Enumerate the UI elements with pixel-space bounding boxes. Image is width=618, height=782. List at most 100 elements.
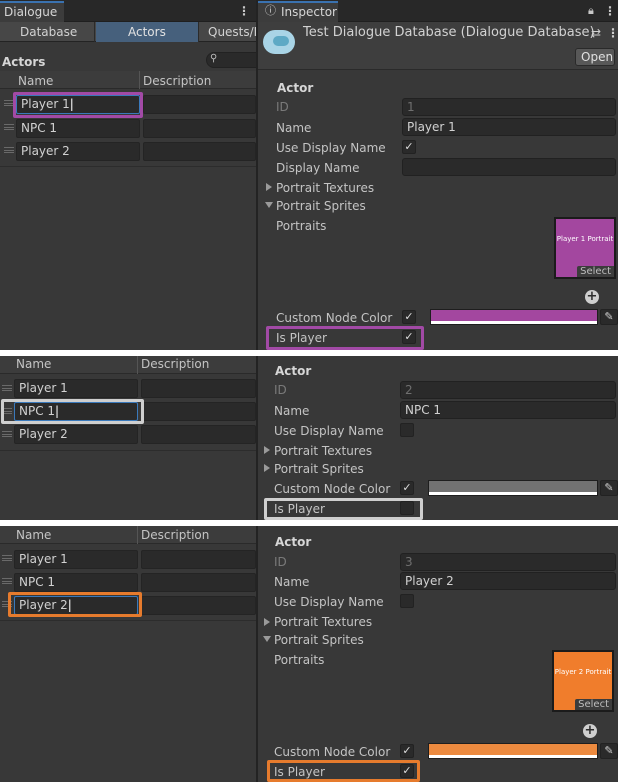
name-cell-text: Player 2 — [19, 598, 68, 612]
use-display-name-checkbox[interactable] — [400, 594, 414, 608]
database-asset-icon — [263, 30, 295, 54]
column-separator — [137, 526, 138, 544]
name-cell[interactable]: NPC 1| — [14, 402, 138, 421]
portrait-textures-foldout-icon[interactable] — [264, 446, 270, 454]
rows-bottom-line — [0, 620, 256, 621]
row-drag-handle-icon[interactable] — [4, 147, 14, 153]
portrait-sprite-slot[interactable]: Player 1 Portrait Select — [554, 217, 616, 279]
eyedropper-icon[interactable]: ✎ — [600, 743, 618, 759]
portrait-textures-foldout-icon[interactable] — [266, 183, 272, 191]
portrait-sprite-text: Player 1 Portrait — [556, 235, 614, 243]
portraits-label: Portraits — [274, 653, 325, 667]
name-label: Name — [276, 121, 312, 135]
id-value: 3 — [405, 555, 413, 569]
name-cell[interactable]: Player 1 — [14, 379, 138, 398]
name-field[interactable]: Player 1 — [402, 118, 616, 136]
row-drag-handle-icon[interactable] — [2, 601, 12, 607]
description-cell[interactable] — [143, 119, 256, 138]
is-player-checkbox[interactable]: ✓ — [402, 330, 416, 344]
name-cell[interactable]: Player 1 — [14, 550, 138, 569]
subtab-quests-label: Quests/I — [208, 25, 258, 39]
description-cell[interactable] — [141, 425, 256, 444]
portrait-sprites-label[interactable]: Portrait Sprites — [274, 632, 364, 648]
is-player-checkbox[interactable] — [400, 501, 414, 515]
description-cell[interactable] — [143, 95, 256, 114]
name-cell[interactable]: NPC 1 — [14, 573, 138, 592]
description-cell[interactable] — [143, 142, 256, 161]
name-field[interactable]: NPC 1 — [400, 401, 616, 419]
name-cell[interactable]: Player 2 — [16, 142, 140, 161]
portrait-sprites-foldout-icon[interactable] — [263, 636, 271, 642]
settings-sliders-icon[interactable]: ⇄ — [591, 25, 601, 41]
row-drag-handle-icon[interactable] — [2, 385, 12, 391]
row-drag-handle-icon[interactable] — [2, 578, 12, 584]
inspector-kebab-icon[interactable]: ⋮ — [604, 3, 616, 19]
name-label: Name — [274, 575, 310, 589]
name-cell[interactable]: Player 2 — [14, 425, 138, 444]
description-cell[interactable] — [141, 596, 256, 615]
name-cell[interactable]: Player 1| — [16, 95, 140, 114]
description-cell[interactable] — [141, 379, 256, 398]
portrait-textures-foldout-icon[interactable] — [264, 618, 270, 626]
portrait-sprites-foldout-icon[interactable] — [264, 464, 270, 472]
inspector-tab-label: Inspector — [281, 5, 337, 19]
middle-screenshot: Name Description Player 1 NPC 1| Player … — [0, 356, 618, 520]
actor-section-heading: Actor — [275, 535, 312, 549]
portrait-textures-label[interactable]: Portrait Textures — [274, 614, 372, 630]
eyedropper-icon[interactable]: ✎ — [600, 480, 618, 496]
column-name-header: Name — [16, 357, 52, 371]
description-cell[interactable] — [141, 573, 256, 592]
portrait-textures-label[interactable]: Portrait Textures — [276, 180, 374, 196]
id-label: ID — [274, 383, 287, 397]
name-cell-text: Player 1 — [19, 552, 68, 566]
name-cell-text: Player 1 — [21, 97, 70, 111]
column-name-header: Name — [18, 74, 54, 88]
portrait-select-label[interactable]: Select — [575, 699, 612, 710]
column-separator — [137, 356, 138, 374]
add-portrait-icon[interactable]: + — [583, 724, 597, 738]
column-description-header: Description — [143, 74, 212, 88]
column-description-header: Description — [141, 357, 210, 371]
eyedropper-icon[interactable]: ✎ — [600, 309, 618, 325]
portrait-sprite-slot[interactable]: Player 2 Portrait Select — [552, 650, 614, 712]
portrait-sprites-label[interactable]: Portrait Sprites — [274, 461, 364, 477]
row-drag-handle-icon[interactable] — [2, 431, 12, 437]
portrait-sprites-foldout-icon[interactable] — [265, 202, 273, 208]
node-color-swatch[interactable] — [428, 743, 598, 759]
portrait-sprites-label[interactable]: Portrait Sprites — [276, 198, 366, 214]
portraits-label: Portraits — [276, 219, 327, 233]
portrait-textures-label[interactable]: Portrait Textures — [274, 443, 372, 459]
description-cell[interactable] — [141, 550, 256, 569]
database-title: Test Dialogue Database (Dialogue Databas… — [303, 25, 595, 40]
actor-section-heading: Actor — [275, 364, 312, 378]
column-description-header: Description — [141, 528, 210, 542]
row-drag-handle-icon[interactable] — [2, 408, 12, 414]
portrait-select-label[interactable]: Select — [577, 266, 614, 277]
description-cell[interactable] — [141, 402, 256, 421]
custom-node-color-checkbox[interactable]: ✓ — [400, 481, 414, 495]
use-display-name-checkbox[interactable]: ✓ — [402, 140, 416, 154]
custom-node-color-label: Custom Node Color — [274, 482, 391, 496]
header-kebab-icon[interactable]: ⋮ — [607, 25, 618, 41]
id-label: ID — [276, 100, 289, 114]
custom-node-color-checkbox[interactable]: ✓ — [402, 310, 416, 324]
row-drag-handle-icon[interactable] — [2, 555, 12, 561]
column-separator — [139, 71, 140, 89]
add-portrait-icon[interactable]: + — [585, 290, 599, 304]
node-color-swatch[interactable] — [428, 480, 598, 496]
is-player-checkbox[interactable]: ✓ — [400, 764, 414, 778]
search-icon: ⚲ — [210, 53, 218, 64]
row-drag-handle-icon[interactable] — [4, 100, 14, 106]
name-field[interactable]: Player 2 — [400, 572, 616, 590]
actors-heading: Actors — [2, 55, 46, 69]
node-color-swatch[interactable] — [430, 309, 598, 325]
row-drag-handle-icon[interactable] — [4, 124, 14, 130]
custom-node-color-checkbox[interactable]: ✓ — [400, 744, 414, 758]
name-cell[interactable]: Player 2| — [14, 596, 138, 615]
window-divider — [256, 356, 258, 520]
use-display-name-checkbox[interactable] — [400, 423, 414, 437]
dialogue-kebab-icon[interactable]: ⋮ — [238, 3, 250, 19]
name-cell[interactable]: NPC 1 — [16, 119, 140, 138]
display-name-field[interactable] — [402, 158, 616, 176]
lock-icon[interactable]: 🔒︎ — [588, 3, 594, 19]
